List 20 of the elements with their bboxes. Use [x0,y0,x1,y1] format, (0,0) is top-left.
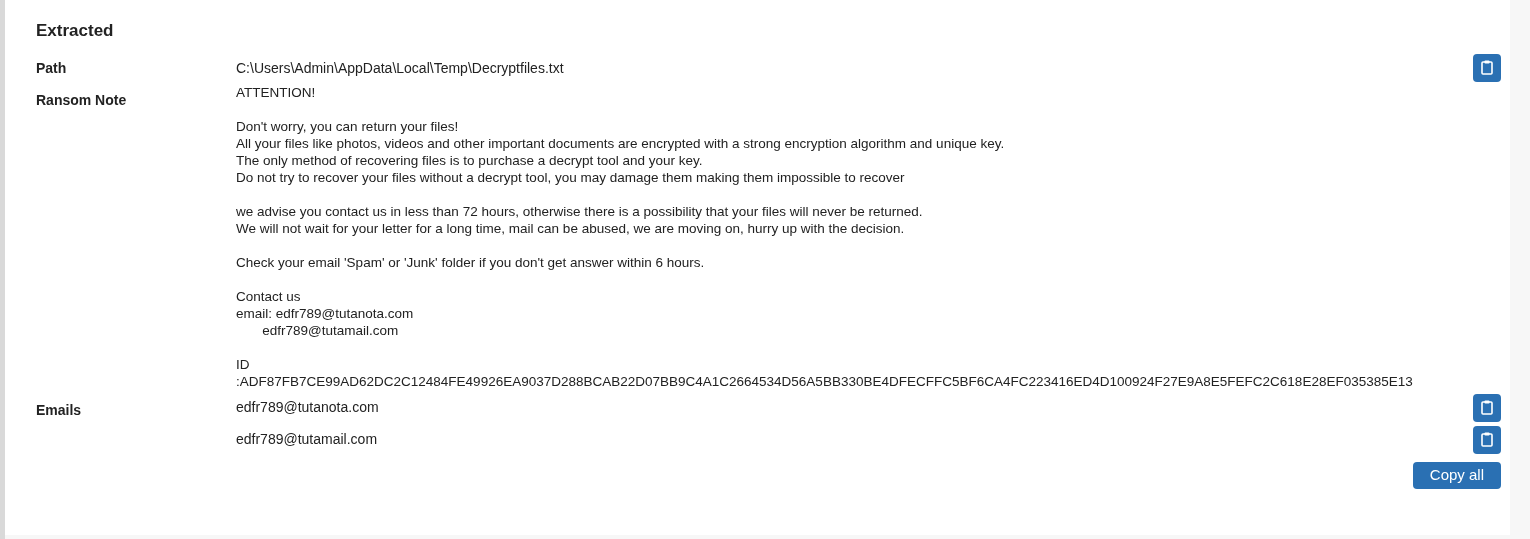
note-paragraph: we advise you contact us in less than 72 hours, otherwise there is a possibility that your files will never be returned. We will not wait for your letter for a long time, mail can be abused, we are moving on, hurry up with the decision. [236,202,924,237]
path-value: C:\Users\Admin\AppData\Local\Temp\Decryptfiles.txt [236,58,565,78]
note-paragraph: Check your email 'Spam' or 'Junk' folder if you don't get answer within 6 hours. [236,253,706,271]
note-paragraph: ID :ADF87FB7CE99AD62DC2C12484FE49926EA9037D288BCAB22D07BB9C4A1C2664534D56A5BB330BE4DFECFFC5BF6CA4FC223416ED4D100924F27E9A8E5FEFC2C618E28EF035385E13 [236,355,1413,390]
clipboard-icon [1481,432,1493,447]
note-paragraph: ATTENTION! [236,83,317,101]
clipboard-icon [1481,400,1493,415]
section-title: Extracted [36,20,115,42]
copy-button[interactable] [1473,425,1501,454]
clipboard-icon [1481,60,1493,75]
note-paragraph: Contact us email: edfr789@tutanota.com edfr789@tutamail.com [236,287,415,339]
copy-button[interactable] [1473,393,1501,422]
field-label: Emails [36,400,83,420]
email-value: edfr789@tutamail.com [236,430,378,449]
note-paragraph: Don't worry, you can return your files! All your files like photos, videos and other important documents are encrypted with a strong encryption algorithm and unique key. The only method of recovering files is to purchase a decrypt tool and your key. Do not try to recover your files without a decrypt tool, you may damage them making them impossible to recover [236,117,1006,186]
copy-button[interactable] [1473,53,1501,82]
copy-all-button[interactable]: Copy all [1412,461,1501,489]
field-label: Path [36,58,68,78]
field-label: Ransom Note [36,90,128,110]
email-value: edfr789@tutanota.com [236,398,379,417]
